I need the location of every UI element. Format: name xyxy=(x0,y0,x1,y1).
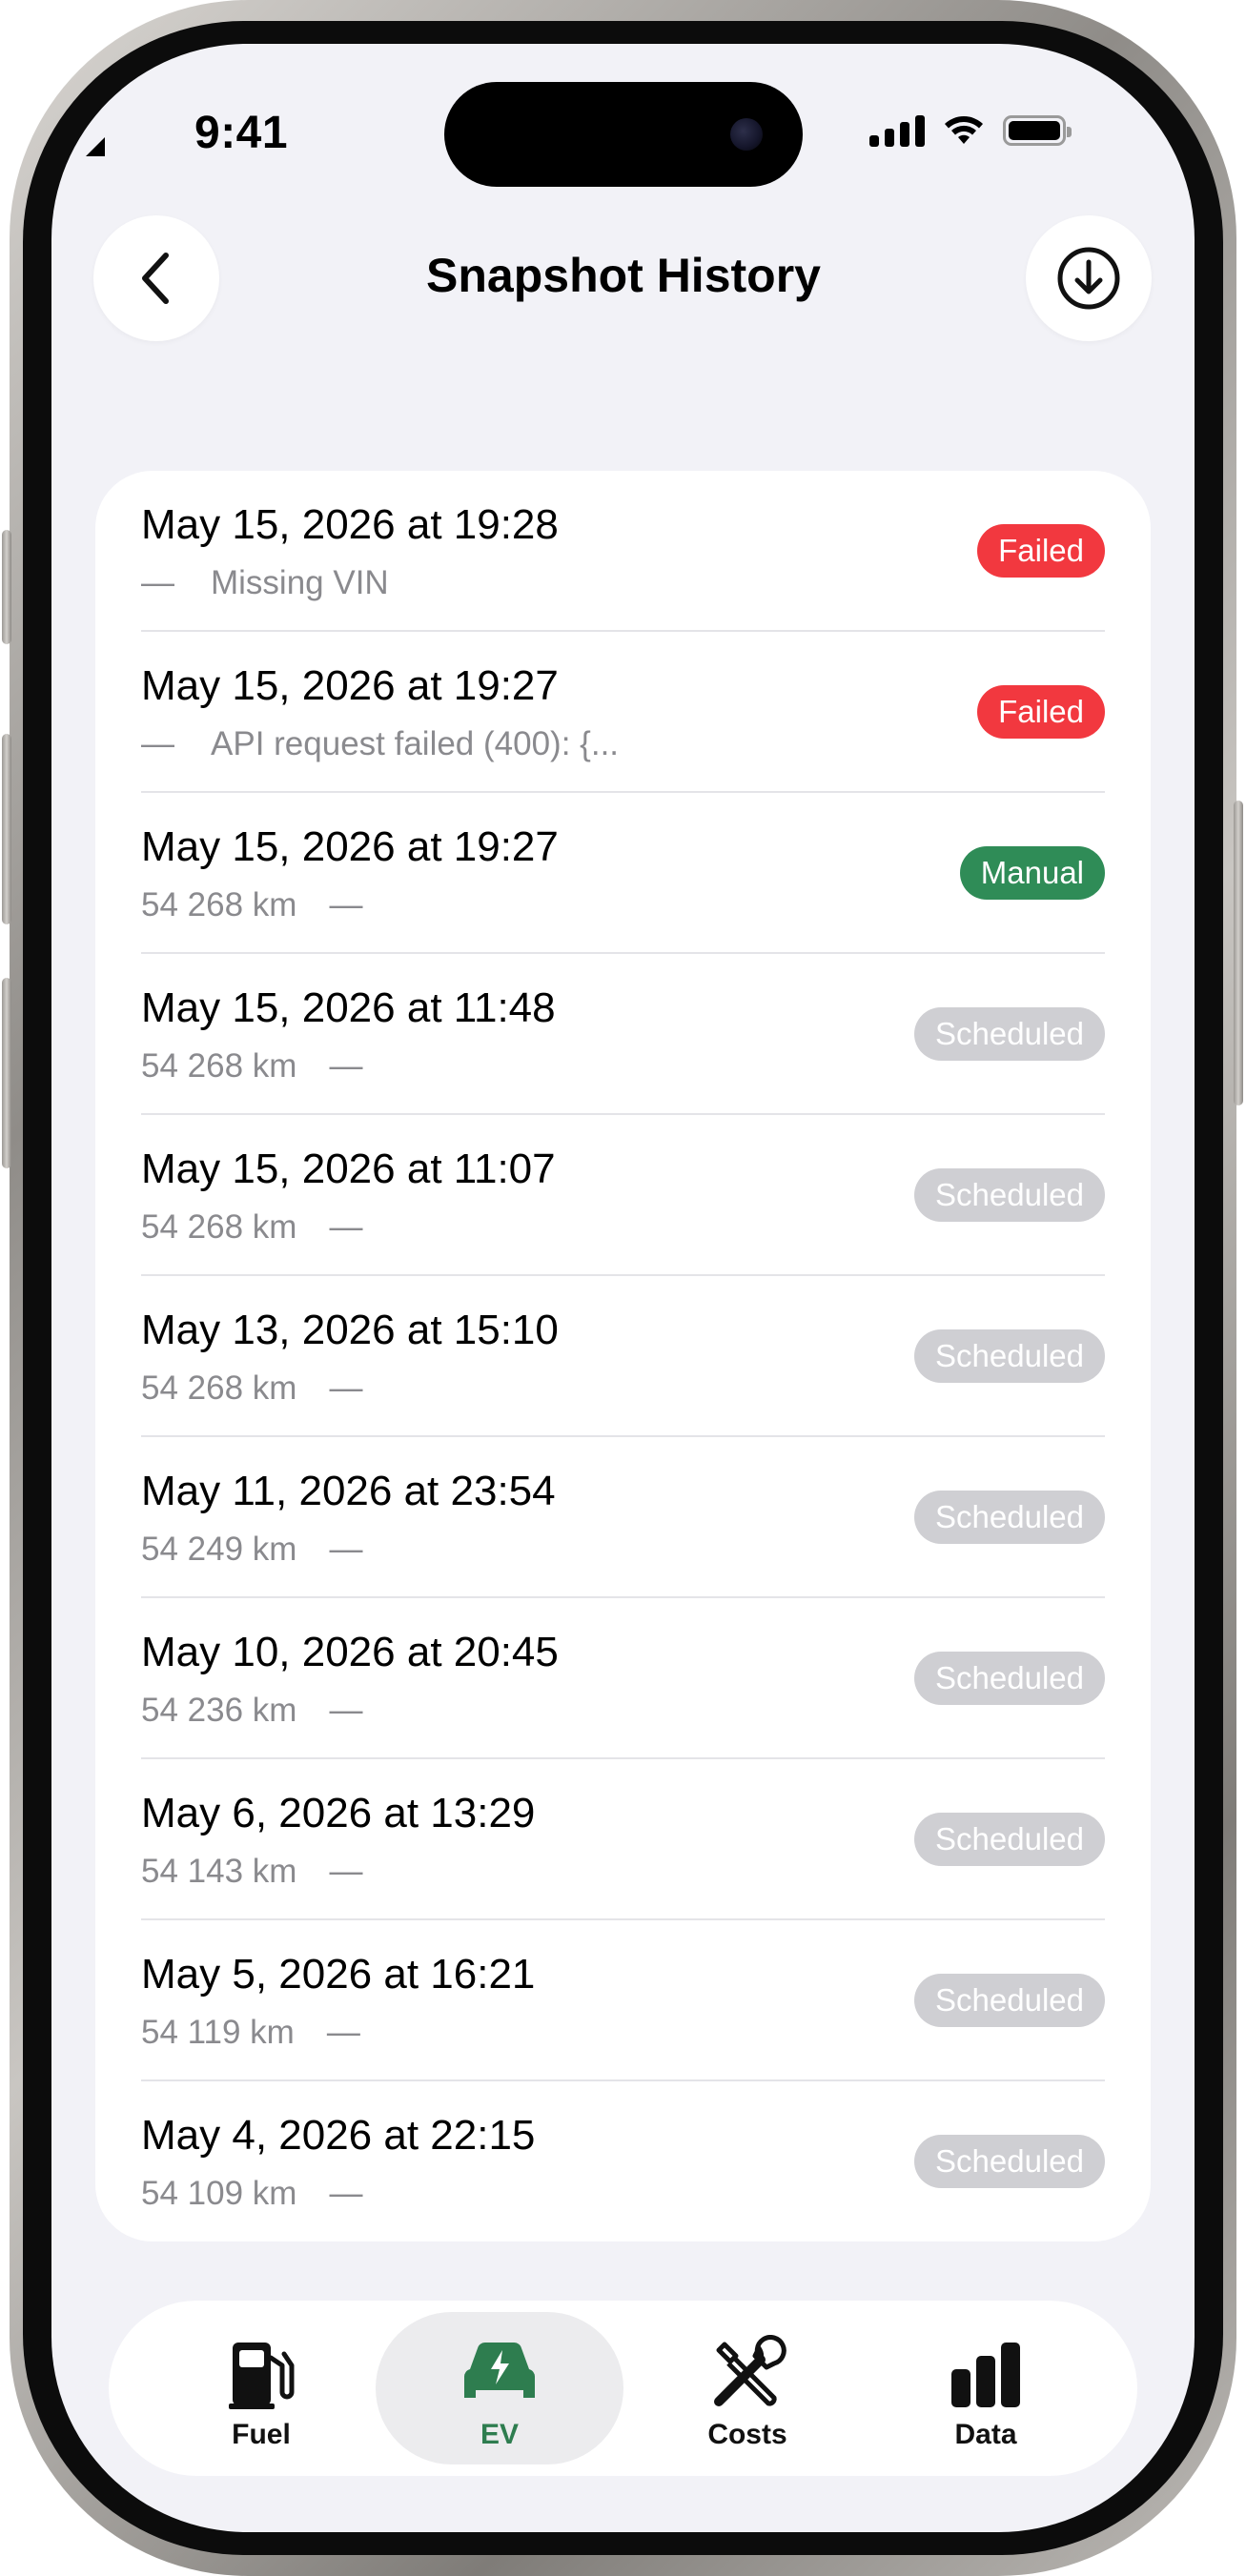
status-icons xyxy=(869,114,1072,147)
snapshot-row[interactable]: May 4, 2026 at 22:15 54 109 km — Scheduled xyxy=(95,2081,1151,2241)
fuel-pump-icon xyxy=(137,2337,385,2413)
battery-icon xyxy=(1003,115,1072,146)
snapshot-subtitle: 54 268 km — xyxy=(141,1047,362,1085)
tab-data-label: Data xyxy=(954,2419,1017,2450)
snapshot-list: May 15, 2026 at 19:28— Missing VIN Failed M… xyxy=(95,471,1151,2241)
snapshot-dash: — xyxy=(329,1047,363,1085)
snapshot-row[interactable]: May 15, 2026 at 11:48 54 268 km — Scheduled xyxy=(95,954,1151,1115)
tab-fuel-label: Fuel xyxy=(232,2419,291,2450)
status-badge: Scheduled xyxy=(914,1652,1105,1705)
snapshot-row[interactable]: May 15, 2026 at 19:28 — Missing VIN Failed xyxy=(95,471,1151,632)
wifi-icon xyxy=(945,116,983,144)
snapshot-detail: API request failed (400): {... xyxy=(211,725,620,762)
snapshot-subtitle: 54 119 km — xyxy=(141,2014,360,2052)
chevron-left-icon xyxy=(142,253,169,304)
action-button xyxy=(2,530,11,644)
download-circle-icon xyxy=(1057,247,1120,310)
page-title: Snapshot History xyxy=(426,249,821,302)
ev-car-icon xyxy=(376,2337,623,2413)
bar-chart-icon xyxy=(862,2337,1110,2413)
snapshot-dash: — xyxy=(326,2014,360,2051)
tab-ev[interactable]: EV xyxy=(376,2312,623,2464)
tab-bar: Fuel EV Costs Data xyxy=(109,2301,1137,2476)
status-badge: Scheduled xyxy=(914,1007,1105,1061)
snapshot-dash: — xyxy=(329,1853,363,1890)
snapshot-subtitle: 54 268 km — xyxy=(141,1208,362,1247)
volume-up-button xyxy=(2,734,11,924)
status-badge: Failed xyxy=(977,685,1105,739)
status-badge: Failed xyxy=(977,524,1105,578)
status-badge: Scheduled xyxy=(914,1491,1105,1544)
snapshot-date: May 6, 2026 at 13:29 xyxy=(141,1790,536,1836)
snapshot-row[interactable]: May 6, 2026 at 13:29 54 143 km — Scheduled xyxy=(95,1759,1151,1920)
tab-ev-label: EV xyxy=(480,2419,520,2450)
snapshot-subtitle: 54 268 km — xyxy=(141,1369,362,1408)
power-button xyxy=(1234,801,1243,1105)
snapshot-dash: — xyxy=(329,886,363,923)
snapshot-subtitle: 54 249 km — xyxy=(141,1531,362,1569)
snapshot-date: May 15, 2026 at 11:48 xyxy=(141,984,556,1031)
snapshot-date: May 5, 2026 at 16:21 xyxy=(141,1951,536,1998)
snapshot-row[interactable]: May 13, 2026 at 15:10 54 268 km — Scheduled xyxy=(95,1276,1151,1437)
snapshot-date: May 15, 2026 at 19:27 xyxy=(141,823,559,870)
snapshot-row[interactable]: May 11, 2026 at 23:54 54 249 km — Scheduled xyxy=(95,1437,1151,1598)
snapshot-date: May 15, 2026 at 19:28 xyxy=(141,501,559,548)
snapshot-dash: — xyxy=(329,1369,363,1407)
location-arrow-icon xyxy=(86,137,105,156)
snapshot-date: May 11, 2026 at 23:54 xyxy=(141,1468,556,1514)
snapshot-dash: — xyxy=(329,2175,363,2212)
snapshot-date: May 15, 2026 at 11:07 xyxy=(141,1146,556,1192)
snapshot-dash: — xyxy=(141,564,174,601)
snapshot-dash: — xyxy=(329,1208,363,1246)
camera-icon xyxy=(730,118,763,151)
screen: 9:41 Snapshot History May 15, 2026 at 19… xyxy=(51,44,1195,2532)
snapshot-odometer: 54 268 km xyxy=(141,886,297,923)
tab-data[interactable]: Data xyxy=(862,2312,1110,2464)
back-button[interactable] xyxy=(93,215,219,341)
snapshot-date: May 4, 2026 at 22:15 xyxy=(141,2112,536,2159)
snapshot-dash: — xyxy=(329,1692,363,1729)
status-badge: Scheduled xyxy=(914,2135,1105,2188)
snapshot-subtitle: 54 109 km — xyxy=(141,2175,362,2213)
snapshot-row[interactable]: May 5, 2026 at 16:21 54 119 km — Scheduled xyxy=(95,1920,1151,2081)
tab-fuel[interactable]: Fuel xyxy=(137,2312,385,2464)
status-badge: Scheduled xyxy=(914,1974,1105,2027)
status-badge: Scheduled xyxy=(914,1168,1105,1222)
snapshot-odometer: 54 268 km xyxy=(141,1047,297,1085)
snapshot-row[interactable]: May 15, 2026 at 19:27 54 268 km — Manual xyxy=(95,793,1151,954)
status-badge: Scheduled xyxy=(914,1329,1105,1383)
snapshot-detail: Missing VIN xyxy=(211,564,389,601)
snapshot-odometer: 54 109 km xyxy=(141,2175,297,2212)
snapshot-subtitle: — Missing VIN xyxy=(141,564,389,602)
snapshot-row[interactable]: May 10, 2026 at 20:45 54 236 km — Scheduled xyxy=(95,1598,1151,1759)
status-time: 9:41 xyxy=(194,108,289,158)
tab-costs-label: Costs xyxy=(707,2419,787,2450)
status-badge: Manual xyxy=(959,846,1105,900)
snapshot-odometer: 54 119 km xyxy=(141,2014,295,2051)
snapshot-subtitle: — API request failed (400): {... xyxy=(141,725,619,763)
snapshot-odometer: 54 268 km xyxy=(141,1208,297,1246)
dynamic-island xyxy=(444,82,803,187)
snapshot-odometer: 54 249 km xyxy=(141,1531,297,1568)
snapshot-odometer: 54 268 km xyxy=(141,1369,297,1407)
status-badge: Scheduled xyxy=(914,1813,1105,1866)
download-button[interactable] xyxy=(1026,215,1152,341)
page: 9:41 Snapshot History May 15, 2026 at 19… xyxy=(0,0,1246,2576)
snapshot-date: May 15, 2026 at 19:27 xyxy=(141,662,559,709)
snapshot-odometer: 54 236 km xyxy=(141,1692,297,1729)
tools-icon xyxy=(623,2335,871,2413)
snapshot-subtitle: 54 268 km — xyxy=(141,886,362,924)
snapshot-date: May 10, 2026 at 20:45 xyxy=(141,1629,559,1675)
snapshot-dash: — xyxy=(329,1531,363,1568)
snapshot-dash: — xyxy=(141,725,174,762)
cellular-signal-icon xyxy=(869,114,925,147)
snapshot-date: May 13, 2026 at 15:10 xyxy=(141,1307,559,1353)
snapshot-subtitle: 54 143 km — xyxy=(141,1853,362,1891)
snapshot-subtitle: 54 236 km — xyxy=(141,1692,362,1730)
tab-costs[interactable]: Costs xyxy=(623,2312,871,2464)
snapshot-row[interactable]: May 15, 2026 at 11:07 54 268 km — Scheduled xyxy=(95,1115,1151,1276)
volume-down-button xyxy=(2,978,11,1168)
snapshot-odometer: 54 143 km xyxy=(141,1853,297,1890)
snapshot-row[interactable]: May 15, 2026 at 19:27 — API request failed… xyxy=(95,632,1151,793)
